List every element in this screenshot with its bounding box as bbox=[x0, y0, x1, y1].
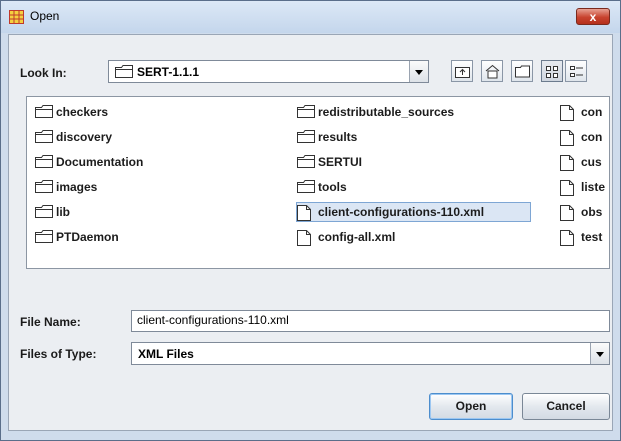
file-icon bbox=[560, 105, 574, 124]
list-view-icon bbox=[546, 66, 558, 78]
item-label: client-configurations-110.xml bbox=[318, 205, 485, 219]
folder-icon bbox=[35, 230, 53, 243]
home-icon bbox=[485, 64, 500, 79]
chevron-down-icon[interactable] bbox=[590, 343, 609, 364]
file-icon bbox=[560, 105, 574, 121]
file-icon bbox=[297, 205, 311, 221]
details-view-icon bbox=[570, 66, 583, 77]
folder-icon bbox=[35, 155, 53, 171]
item-label: tools bbox=[318, 180, 347, 194]
folder-icon bbox=[297, 155, 315, 171]
file-icon bbox=[560, 155, 574, 171]
file-type-label: Files of Type: bbox=[20, 347, 97, 361]
item-label: lib bbox=[56, 205, 70, 219]
folder-icon bbox=[35, 130, 53, 146]
folder-icon bbox=[35, 205, 53, 218]
item-label: test bbox=[581, 230, 603, 244]
folder-icon bbox=[297, 130, 315, 143]
folder-icon bbox=[35, 105, 53, 118]
file-icon bbox=[560, 205, 574, 221]
folder-icon bbox=[35, 105, 53, 121]
file-type-value: XML Files bbox=[138, 347, 194, 361]
details-view-button[interactable] bbox=[565, 60, 587, 82]
item-label: con bbox=[581, 130, 603, 144]
file-icon bbox=[560, 155, 574, 174]
file-icon bbox=[560, 230, 574, 246]
up-one-level-icon bbox=[455, 67, 470, 78]
file-icon bbox=[560, 130, 574, 149]
folder-icon bbox=[297, 180, 315, 193]
look-in-combo[interactable]: SERT-1.1.1 bbox=[108, 60, 429, 83]
folder-icon bbox=[297, 105, 315, 121]
folder-icon bbox=[35, 230, 53, 246]
open-dialog: Open x Look In: SERT-1.1.1 checkers disc… bbox=[0, 0, 621, 441]
file-icon bbox=[560, 130, 574, 146]
folder-icon bbox=[297, 180, 315, 196]
file-icon bbox=[560, 205, 574, 224]
folder-icon bbox=[297, 130, 315, 146]
cancel-button[interactable]: Cancel bbox=[522, 393, 610, 420]
java-app-icon bbox=[9, 10, 24, 24]
item-label: images bbox=[56, 180, 98, 194]
file-item[interactable]: client-configurations-110.xml bbox=[296, 202, 531, 222]
home-button[interactable] bbox=[481, 60, 503, 82]
folder-icon bbox=[115, 65, 133, 78]
item-label: redistributable_sources bbox=[318, 105, 455, 119]
file-icon bbox=[560, 230, 574, 249]
file-name-label: File Name: bbox=[20, 315, 81, 329]
item-label: config-all.xml bbox=[318, 230, 396, 244]
folder-icon bbox=[35, 155, 53, 168]
item-label: obs bbox=[581, 205, 603, 219]
close-button[interactable]: x bbox=[576, 8, 610, 25]
file-list[interactable]: checkers discovery Documentation images lib P… bbox=[26, 96, 610, 269]
file-type-combo[interactable]: XML Files bbox=[131, 342, 610, 365]
chevron-down-icon[interactable] bbox=[409, 61, 428, 82]
look-in-label-text: Look In: bbox=[20, 66, 67, 80]
open-button[interactable]: Open bbox=[429, 393, 513, 420]
window-title: Open bbox=[30, 9, 60, 23]
look-in-label: Look In: bbox=[20, 66, 67, 80]
item-label: liste bbox=[581, 180, 606, 194]
item-label: Documentation bbox=[56, 155, 144, 169]
folder-icon bbox=[35, 130, 53, 143]
file-icon bbox=[297, 230, 311, 246]
list-view-button[interactable] bbox=[541, 60, 563, 82]
folder-icon bbox=[35, 180, 53, 196]
item-label: checkers bbox=[56, 105, 109, 119]
item-label: con bbox=[581, 105, 603, 119]
item-label: discovery bbox=[56, 130, 113, 144]
file-icon bbox=[297, 230, 311, 249]
item-label: results bbox=[318, 130, 358, 144]
item-label: cus bbox=[581, 155, 602, 169]
folder-icon bbox=[297, 155, 315, 168]
file-name-input[interactable]: client-configurations-110.xml bbox=[131, 310, 610, 332]
up-one-level-button[interactable] bbox=[451, 60, 473, 82]
file-icon bbox=[297, 205, 311, 224]
look-in-value: SERT-1.1.1 bbox=[137, 65, 200, 79]
file-icon bbox=[560, 180, 574, 196]
folder-icon bbox=[35, 180, 53, 193]
new-folder-button[interactable] bbox=[511, 60, 533, 82]
item-label: PTDaemon bbox=[56, 230, 119, 244]
file-icon bbox=[560, 180, 574, 199]
close-icon: x bbox=[589, 10, 597, 24]
title-bar[interactable]: Open x bbox=[1, 1, 620, 33]
folder-icon bbox=[35, 205, 53, 221]
folder-icon bbox=[297, 105, 315, 118]
new-folder-icon bbox=[515, 65, 530, 78]
item-label: SERTUI bbox=[318, 155, 363, 169]
